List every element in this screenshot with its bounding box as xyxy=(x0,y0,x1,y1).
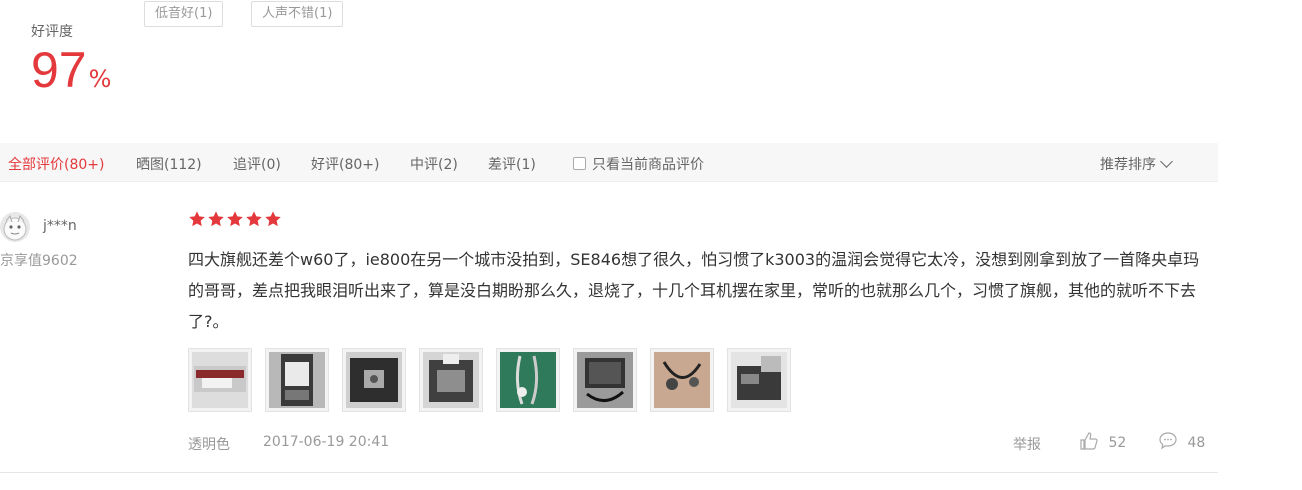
product-variant: 透明色 xyxy=(188,437,230,453)
review-image-thumb[interactable] xyxy=(265,348,329,412)
review-image-thumb[interactable] xyxy=(496,348,560,412)
avatar[interactable] xyxy=(0,212,30,242)
report-button[interactable]: 举报 xyxy=(1013,434,1041,454)
tab-photos[interactable]: 晒图(112) xyxy=(136,154,202,174)
only-current-product-filter[interactable]: 只看当前商品评价 xyxy=(573,154,704,174)
review-image-thumb[interactable] xyxy=(188,348,252,412)
only-current-checkbox[interactable] xyxy=(573,157,586,170)
comment-button[interactable]: 48 xyxy=(1158,431,1205,451)
chevron-down-icon xyxy=(1160,155,1173,168)
sort-dropdown[interactable]: 推荐排序 xyxy=(1100,154,1173,174)
positive-rate-number: 97 xyxy=(31,42,87,98)
star-icon xyxy=(265,211,281,227)
product-photo-icon xyxy=(423,352,479,408)
only-current-label: 只看当前商品评价 xyxy=(592,157,704,173)
review-datetime: 2017-06-19 20:41 xyxy=(263,434,390,450)
star-icon xyxy=(189,211,205,227)
like-button[interactable]: 52 xyxy=(1079,431,1126,451)
tab-positive[interactable]: 好评(80+) xyxy=(311,154,379,174)
reviewer-username: j***n xyxy=(43,218,77,234)
tab-all[interactable]: 全部评价(80+) xyxy=(8,154,104,174)
review-content: 四大旗舰还差个w60了，ie800在另一个城市没拍到，SE846想了很久，怕习惯… xyxy=(188,250,1200,331)
like-count: 52 xyxy=(1108,435,1127,451)
review-image-thumb[interactable] xyxy=(727,348,791,412)
product-photo-icon xyxy=(654,352,710,408)
thumbs-up-icon xyxy=(1080,432,1098,450)
star-rating xyxy=(188,210,283,232)
star-icon xyxy=(227,211,243,227)
tab-negative[interactable]: 差评(1) xyxy=(488,154,536,174)
tag-bass[interactable]: 低音好(1) xyxy=(144,1,224,27)
positive-rate: 97% xyxy=(31,40,111,100)
review-filter-bar: 全部评价(80+) 晒图(112) 追评(0) 好评(80+) 中评(2) 差评… xyxy=(0,143,1218,182)
product-photo-icon xyxy=(500,352,556,408)
product-photo-icon xyxy=(577,352,633,408)
tab-followup[interactable]: 追评(0) xyxy=(233,154,281,174)
review-image-thumb[interactable] xyxy=(650,348,714,412)
rating-summary-label: 好评度 xyxy=(31,24,73,40)
comment-count: 48 xyxy=(1187,435,1206,451)
product-photo-icon xyxy=(346,352,402,408)
comment-icon xyxy=(1159,432,1177,450)
tab-neutral[interactable]: 中评(2) xyxy=(410,154,458,174)
review-image-thumb[interactable] xyxy=(573,348,637,412)
star-icon xyxy=(208,211,224,227)
review-image-thumb[interactable] xyxy=(419,348,483,412)
star-icon xyxy=(246,211,262,227)
review-image-thumb[interactable] xyxy=(342,348,406,412)
member-value: 京享值9602 xyxy=(0,253,78,269)
product-photo-icon xyxy=(192,352,248,408)
tag-vocal[interactable]: 人声不错(1) xyxy=(251,1,344,27)
review-divider xyxy=(0,472,1218,473)
percent-sign: % xyxy=(88,65,112,93)
product-photo-icon xyxy=(269,352,325,408)
sort-label: 推荐排序 xyxy=(1100,157,1156,173)
product-photo-icon xyxy=(731,352,787,408)
